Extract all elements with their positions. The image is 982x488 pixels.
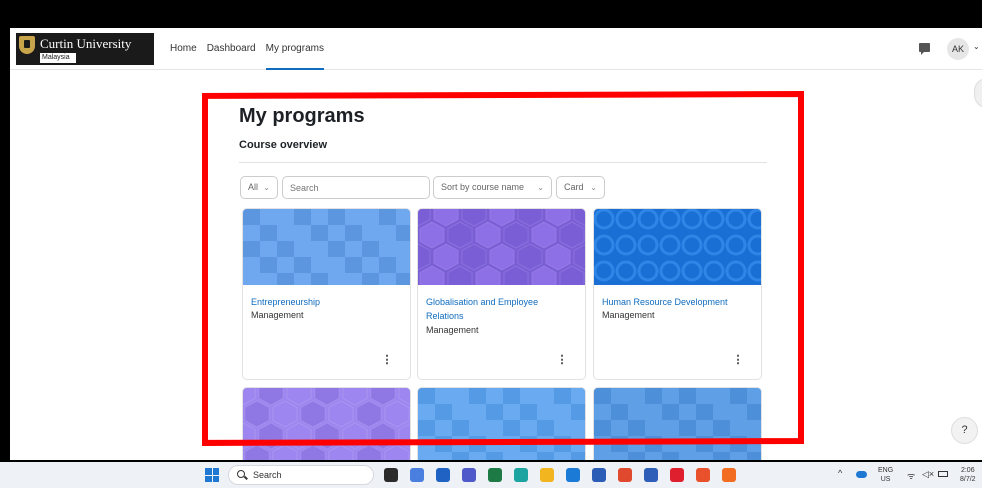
course-card[interactable] [242,387,411,460]
clock-time: 2:06 [960,467,975,474]
onedrive-icon[interactable] [856,471,867,478]
course-actions-menu-icon[interactable]: ⋮ [556,353,568,367]
battery-icon[interactable] [938,471,948,477]
course-name-link[interactable]: Globalisation and Employee Relations [426,295,576,323]
excel-icon[interactable] [488,468,502,482]
sort-value: Sort by course name [441,182,525,192]
store-icon[interactable] [436,468,450,482]
chevron-down-icon: ⌄ [537,183,544,192]
course-card[interactable]: Human Resource Development Management ⋮ [593,208,762,380]
university-logo[interactable]: Curtin University Malaysia [16,33,154,65]
clock[interactable]: 2:06 8/7/2 [960,466,976,484]
course-card[interactable] [593,387,762,460]
tray-overflow-caret-icon[interactable]: ^ [838,468,842,478]
course-name-link[interactable]: Human Resource Development [602,295,752,309]
block-drawer-toggle[interactable] [974,78,982,108]
file-explorer-icon[interactable] [384,468,398,482]
section-divider [239,162,767,163]
course-card[interactable]: Globalisation and Employee Relations Man… [417,208,586,380]
word-icon[interactable] [592,468,606,482]
course-image[interactable] [243,209,411,285]
nav-dashboard[interactable]: Dashboard [207,28,256,70]
copilot-icon[interactable] [410,468,424,482]
clock-date: 8/7/2 [960,476,976,483]
sort-dropdown[interactable]: Sort by course name ⌄ [433,176,552,199]
primary-navigation: Home Dashboard My programs [170,28,324,70]
folder-icon[interactable] [540,468,554,482]
section-title: Course overview [239,139,328,151]
region-code: US [880,476,891,483]
top-navbar: Curtin University Malaysia Home Dashboar… [10,28,982,70]
logo-campus: Malaysia [40,53,76,63]
user-avatar[interactable]: AK [947,38,969,60]
desktop: Curtin University Malaysia Home Dashboar… [0,0,982,488]
course-image[interactable] [418,209,586,285]
course-search-input[interactable] [282,176,430,199]
language-indicator[interactable]: ENG US [878,466,893,484]
help-button[interactable]: ? [951,417,978,444]
course-image[interactable] [418,388,586,460]
messages-icon[interactable] [919,43,930,55]
chevron-down-icon: ⌄ [590,183,597,192]
view-dropdown[interactable]: Card ⌄ [556,176,605,199]
search-icon [237,470,245,478]
course-category: Management [426,325,479,335]
opera-icon[interactable] [670,468,684,482]
nav-home[interactable]: Home [170,28,197,70]
view-value: Card [564,182,584,192]
course-image[interactable] [594,209,762,285]
course-actions-menu-icon[interactable]: ⋮ [381,353,393,367]
course-image[interactable] [594,388,762,460]
calculator-icon[interactable] [566,468,580,482]
course-card[interactable]: Entrepreneurship Management ⋮ [242,208,411,380]
figma-icon[interactable] [722,468,736,482]
course-card[interactable] [417,387,586,460]
course-image[interactable] [243,388,411,460]
course-category: Management [251,310,304,320]
edge-icon[interactable] [514,468,528,482]
crest-icon [19,36,35,54]
pdf-icon[interactable] [618,468,632,482]
page-title: My programs [239,105,365,127]
teams-icon[interactable] [462,468,476,482]
logo-name: Curtin University [40,36,132,51]
wifi-icon[interactable]: ᯤ [907,469,915,482]
course-category: Management [602,310,655,320]
brave-icon[interactable] [696,468,710,482]
nav-my-programs[interactable]: My programs [265,28,324,70]
status-filter-dropdown[interactable]: All ⌄ [240,176,278,199]
browser-viewport: Curtin University Malaysia Home Dashboar… [10,28,982,460]
user-menu-caret-icon[interactable]: ⌄ [973,42,980,51]
windows-taskbar: Search ^ ENG US ᯤ ◁× 2:06 8/7/2 [0,462,982,488]
chevron-down-icon: ⌄ [263,183,270,192]
app-icon[interactable] [644,468,658,482]
course-actions-menu-icon[interactable]: ⋮ [732,353,744,367]
volume-muted-icon[interactable]: ◁× [922,469,934,480]
course-name-link[interactable]: Entrepreneurship [251,295,401,309]
taskbar-search-box[interactable]: Search [228,465,374,485]
language-code: ENG [878,467,894,474]
status-filter-value: All [248,182,259,192]
windows-start-icon[interactable] [205,468,219,482]
